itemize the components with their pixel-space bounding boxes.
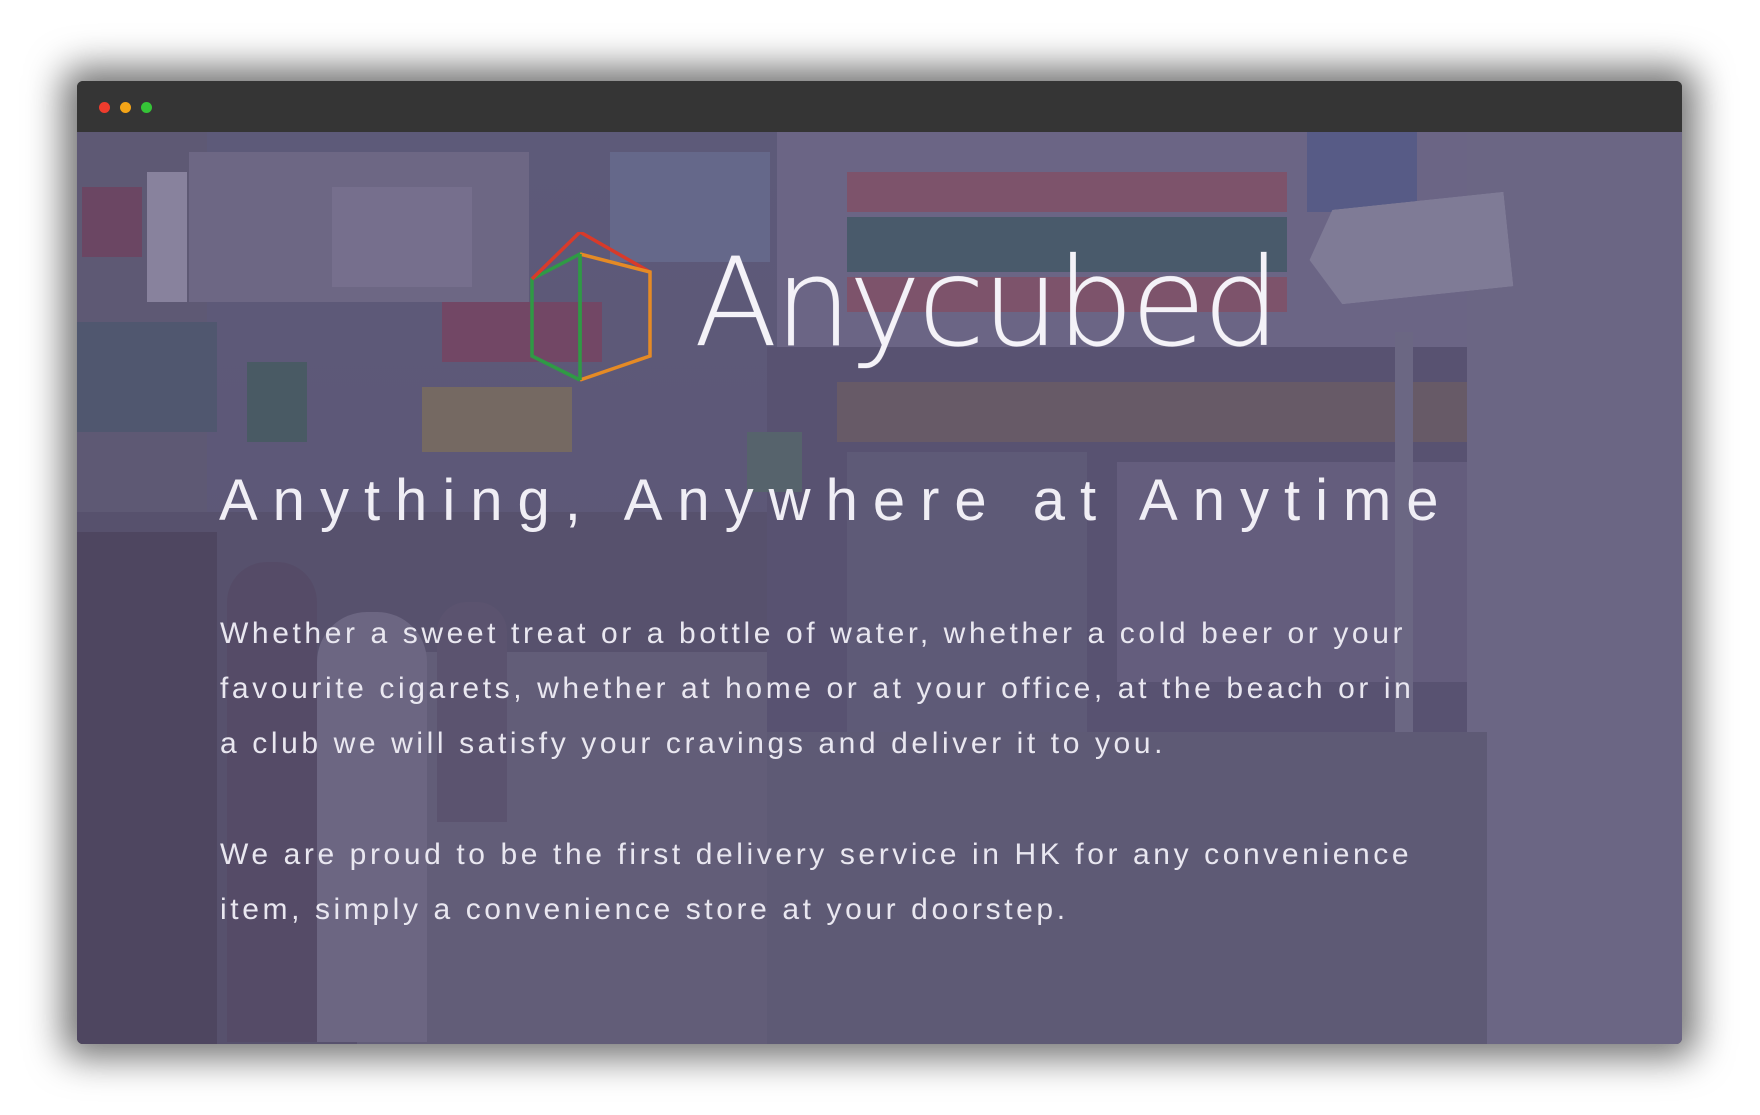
paragraph-line: Whether a sweet treat or a bottle of wat… bbox=[220, 617, 1407, 650]
paragraph-line: favourite cigarets, whether at home or a… bbox=[220, 672, 1415, 705]
mission-paragraph: We are proud to be the first delivery se… bbox=[220, 827, 1540, 937]
paragraph-line: We are proud to be the first delivery se… bbox=[220, 838, 1413, 871]
hero-section: Anycubed Anything, Anywhere at Anytime W… bbox=[77, 132, 1682, 1044]
maximize-window-button[interactable] bbox=[141, 102, 152, 113]
brand-name: Anycubed bbox=[694, 232, 1281, 374]
minimize-window-button[interactable] bbox=[120, 102, 131, 113]
close-window-button[interactable] bbox=[99, 102, 110, 113]
window-titlebar bbox=[77, 81, 1682, 132]
paragraph-line: item, simply a convenience store at your… bbox=[220, 893, 1069, 926]
browser-window: Anycubed Anything, Anywhere at Anytime W… bbox=[77, 81, 1682, 1044]
intro-paragraph: Whether a sweet treat or a bottle of wat… bbox=[220, 606, 1540, 771]
paragraph-line: a club we will satisfy your cravings and… bbox=[220, 727, 1167, 760]
cube-icon bbox=[530, 232, 652, 382]
tagline: Anything, Anywhere at Anytime bbox=[219, 468, 1454, 533]
brand-logo[interactable]: Anycubed bbox=[502, 232, 1281, 417]
